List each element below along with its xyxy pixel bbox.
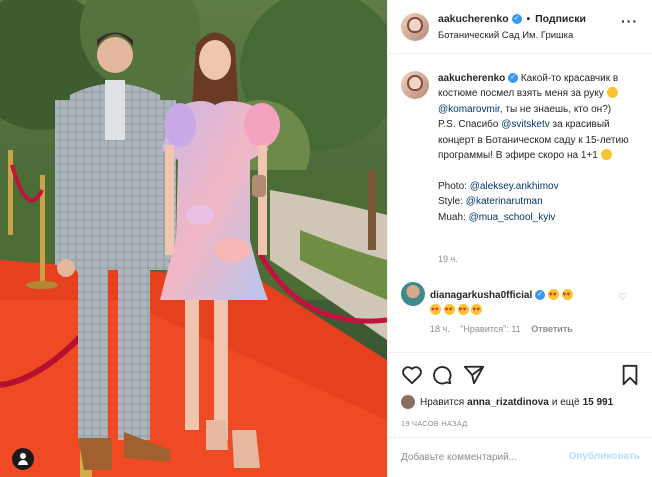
commenter-avatar[interactable] [401,282,425,306]
reply-button[interactable]: Ответить [531,324,573,334]
caption-text-3: P.S. Спасибо [438,119,499,131]
comment-likes-count[interactable]: "Нравится": 11 [460,324,520,334]
heart-eyes-emoji-icon [443,303,455,318]
caption-text-2: , ты не знаешь, кто он?) [499,103,612,115]
comment-like-heart-icon[interactable]: ♡ [618,292,628,303]
following-button[interactable]: Подписки [535,13,586,25]
caption-author-avatar[interactable] [401,71,429,99]
muah-credit-label: Muah: [438,211,466,223]
commenter-username[interactable]: dianagarkusha0fficial [430,290,532,301]
mention-stylist[interactable]: @katerinarutman [466,196,543,207]
verified-badge-icon: ✓ [535,290,546,301]
likes-summary: Нравится anna_rizatdinova и ещё 15 991 [401,395,616,409]
smiling-face-emoji-icon [606,87,618,99]
smiling-face-emoji-icon [600,149,612,161]
heart-eyes-emoji-icon [547,288,559,303]
verified-badge-icon: ✓ [511,14,522,25]
more-options-icon[interactable]: ··· [621,13,638,29]
verified-badge-icon: ✓ [508,73,519,84]
heart-eyes-emoji-icon [430,303,441,318]
photo-credit-label: Photo: [438,180,467,192]
save-bookmark-icon[interactable] [619,364,641,386]
user-tag-icon[interactable] [12,448,34,470]
likes-and: и ещё [551,396,580,408]
caption-username[interactable]: aakucherenko [438,73,505,84]
post-header: aakucherenko ✓ • Подписки Ботанический С… [388,0,652,54]
comment-input[interactable] [401,448,561,466]
style-credit-label: Style: [438,196,464,208]
post-side-panel: aakucherenko ✓ • Подписки Ботанический С… [387,0,652,477]
mention-photographer[interactable]: @aleksey.ankhimov [470,181,559,192]
liker-avatar[interactable] [401,395,415,409]
instagram-post: aakucherenko ✓ • Подписки Ботанический С… [0,0,652,477]
caption-timestamp[interactable]: 19 ч. [438,254,458,264]
comment-bubble-icon[interactable] [431,364,453,386]
separator-dot: • [526,13,531,25]
comment-body: dianagarkusha0fficial ✓ [430,288,610,318]
post-photo[interactable] [0,0,387,477]
post-age[interactable]: 19 ЧАСОВ НАЗАД [401,419,467,428]
comment-meta: 18 ч. "Нравится": 11 Ответить [430,324,581,334]
heart-eyes-emoji-icon [457,303,469,318]
add-comment-bar: Опубликовать [388,437,652,477]
author-username[interactable]: aakucherenko [438,13,509,25]
author-avatar[interactable] [401,13,429,41]
post-location[interactable]: Ботанический Сад Им. Гришка [438,30,573,41]
likes-prefix: Нравится [420,396,465,408]
share-paper-plane-icon[interactable] [463,364,485,386]
mention-makeup[interactable]: @mua_school_kyiv [469,212,556,223]
comment-timestamp[interactable]: 18 ч. [430,324,450,334]
photo-illustration [0,0,387,477]
header-line: aakucherenko ✓ • Подписки [438,13,586,25]
action-icon-row [401,364,641,388]
heart-eyes-emoji-icon [561,288,573,303]
caption-text: aakucherenko ✓ Какой-то красавчик в кост… [438,71,638,225]
mention-svitsketv[interactable]: @svitsketv [501,119,550,130]
liker-username[interactable]: anna_rizatdinova [467,397,549,408]
mention-komarovmir[interactable]: @komarovmir [438,104,500,115]
likes-count[interactable]: 15 991 [583,397,614,408]
heart-eyes-emoji-icon [471,303,483,318]
like-heart-icon[interactable] [401,364,423,386]
publish-button[interactable]: Опубликовать [569,451,640,462]
